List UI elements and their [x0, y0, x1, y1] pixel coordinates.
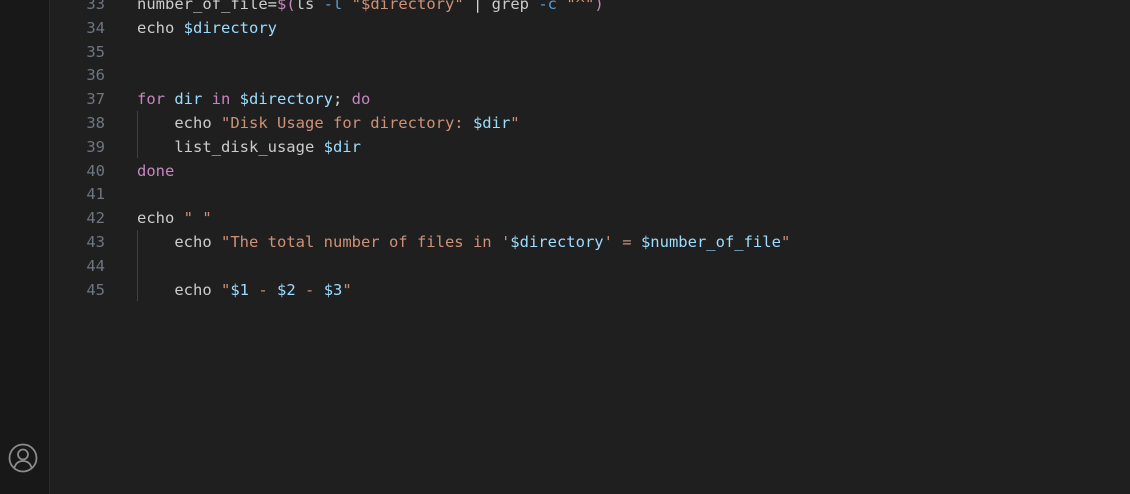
code-token: number_of_file — [137, 0, 268, 13]
code-token: $number_of_file — [640, 232, 781, 251]
code-editor[interactable]: 33 number_of_file=$(ls -l "$directory" | … — [51, 0, 1130, 494]
line-number: 33 — [86, 0, 105, 13]
code-token: $2 — [277, 280, 296, 299]
code-token: -c — [538, 0, 567, 13]
code-token: "Disk Usage for directory: — [221, 113, 473, 132]
code-token: " — [221, 280, 231, 299]
code-line[interactable]: 44 — [51, 255, 1130, 279]
line-number: 44 — [86, 256, 105, 275]
code-token: $dir — [323, 137, 361, 156]
code-line[interactable]: 41 — [51, 183, 1130, 207]
code-token: echo — [137, 280, 221, 299]
code-line[interactable]: 40 done — [51, 160, 1130, 184]
code-token: " — [780, 232, 791, 251]
code-token: ' = — [603, 232, 641, 251]
code-token: - — [295, 280, 324, 299]
code-token: echo — [137, 18, 184, 37]
code-line[interactable]: 45 echo "$1 - $2 - $3" — [51, 279, 1130, 303]
line-code: echo "Disk Usage for directory: $dir" — [137, 112, 520, 136]
code-token: for — [137, 90, 175, 109]
code-token: $dir — [472, 113, 511, 132]
code-token: $directory — [239, 90, 333, 109]
code-line[interactable]: 34 echo $directory — [51, 17, 1130, 41]
code-token: $( — [277, 0, 296, 13]
activity-bar — [0, 0, 50, 494]
code-line[interactable]: 42 echo " " — [51, 207, 1130, 231]
line-code: done — [137, 160, 174, 184]
line-number: 38 — [86, 113, 105, 132]
line-code: echo "$1 - $2 - $3" — [137, 279, 352, 303]
line-code: list_disk_usage $dir — [137, 136, 361, 160]
code-line[interactable]: 36 — [51, 64, 1130, 88]
line-number: 40 — [86, 161, 105, 180]
account-icon[interactable] — [7, 442, 39, 474]
line-number: 41 — [86, 185, 105, 204]
code-token: $directory — [510, 232, 604, 251]
line-code: echo "The total number of files in '$dir… — [137, 231, 790, 255]
code-token: $directory — [183, 18, 277, 37]
code-token: do — [351, 90, 371, 109]
code-token: "The total number of files in ' — [221, 232, 511, 251]
line-number: 39 — [86, 137, 105, 156]
vscode-window: 33 number_of_file=$(ls -l "$directory" | … — [0, 0, 1130, 494]
line-number: 37 — [86, 90, 105, 109]
code-token: -l — [323, 0, 352, 13]
code-token: $1 — [230, 280, 250, 299]
code-token: ; — [332, 90, 352, 109]
code-token: done — [137, 161, 175, 180]
code-token: " — [342, 280, 352, 299]
code-line[interactable]: 33 number_of_file=$(ls -l "$directory" | … — [51, 0, 1130, 17]
editor-lines: 33 number_of_file=$(ls -l "$directory" | … — [51, 0, 1130, 302]
line-code: number_of_file=$(ls -l "$directory" | gr… — [137, 0, 604, 17]
line-number: 43 — [86, 232, 105, 251]
code-token: = — [267, 0, 277, 13]
code-token: echo — [137, 113, 221, 132]
line-code: echo $directory — [137, 17, 277, 41]
code-line[interactable]: 43 echo "The total number of files in '$… — [51, 231, 1130, 255]
code-token: | — [463, 0, 492, 13]
line-code: echo " " — [137, 207, 212, 231]
code-token: " — [510, 113, 520, 132]
code-token: $3 — [323, 280, 343, 299]
code-line[interactable]: 35 — [51, 41, 1130, 65]
code-token: " " — [183, 209, 212, 228]
line-number: 45 — [86, 280, 105, 299]
code-token: grep — [491, 0, 539, 13]
code-token: "^" — [566, 0, 595, 13]
code-token: dir — [174, 90, 212, 109]
line-number: 34 — [86, 18, 105, 37]
code-token: ) — [594, 0, 604, 13]
line-number: 36 — [86, 66, 105, 85]
code-token: in — [211, 90, 240, 109]
line-number: 35 — [86, 42, 105, 61]
code-token: "$directory" — [351, 0, 464, 13]
code-line[interactable]: 38 echo "Disk Usage for directory: $dir" — [51, 112, 1130, 136]
line-number: 42 — [86, 209, 105, 228]
line-code: for dir in $directory; do — [137, 88, 370, 112]
code-line[interactable]: 39 list_disk_usage $dir — [51, 136, 1130, 160]
code-line[interactable]: 37 for dir in $directory; do — [51, 88, 1130, 112]
code-token: - — [249, 280, 278, 299]
code-token: echo — [137, 209, 184, 228]
code-token: ls — [295, 0, 324, 13]
code-token: list_disk_usage — [137, 137, 324, 156]
code-token: echo — [137, 232, 221, 251]
